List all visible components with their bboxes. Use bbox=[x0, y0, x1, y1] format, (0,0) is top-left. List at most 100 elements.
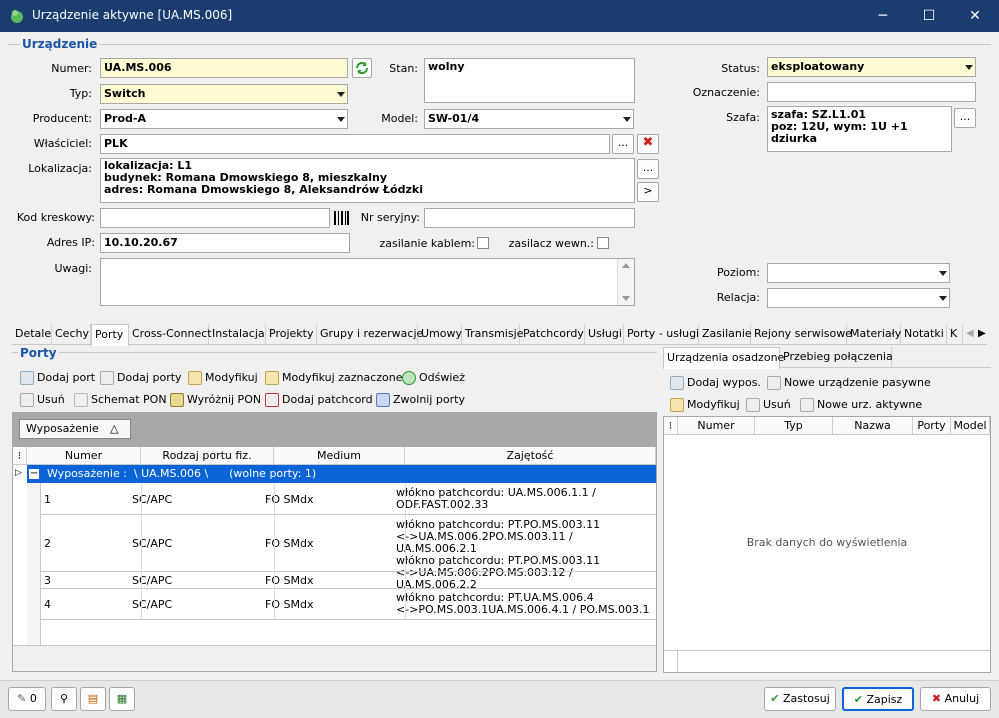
right-modyfikuj-button[interactable]: Modyfikuj bbox=[670, 397, 740, 413]
tab-notatki[interactable]: Notatki bbox=[901, 324, 947, 345]
dodaj-patchcord-button[interactable]: Dodaj patchcord bbox=[265, 392, 373, 408]
lokalizacja-browse-button[interactable]: ... bbox=[637, 159, 659, 179]
tab-przebieg-polaczenia[interactable]: Przebieg połączenia bbox=[780, 347, 893, 368]
attachments-button[interactable]: ✎ 0 bbox=[8, 687, 46, 711]
col-numer[interactable]: Numer bbox=[678, 417, 755, 435]
col-typ[interactable]: Typ bbox=[755, 417, 833, 435]
col-nazwa[interactable]: Nazwa bbox=[833, 417, 913, 435]
szafa-field[interactable]: szafa: SZ.L1.01 poz: 12U, wym: 1U +1 dzi… bbox=[767, 106, 952, 152]
zapisz-button[interactable]: ✔ Zapisz bbox=[842, 687, 914, 711]
anuluj-button[interactable]: ✖ Anuluj bbox=[920, 687, 991, 711]
tab-patchcordy[interactable]: Patchcordy bbox=[520, 324, 585, 345]
wlasciciel-clear-button[interactable]: ✖ bbox=[637, 134, 659, 154]
nr-seryjny-field[interactable] bbox=[424, 208, 635, 228]
col-zajetosc[interactable]: Zajętość bbox=[405, 447, 656, 465]
zastosuj-button[interactable]: ✔ Zastosuj bbox=[764, 687, 836, 711]
dodaj-wypos-button[interactable]: Dodaj wypos. bbox=[670, 375, 761, 391]
relacja-select[interactable] bbox=[767, 288, 950, 308]
tab-uslugi[interactable]: Usługi bbox=[585, 324, 624, 345]
tab-materialy[interactable]: Materiały bbox=[847, 324, 901, 345]
adres-ip-field[interactable]: 10.10.20.67 bbox=[100, 233, 350, 253]
uwagi-scrollbar[interactable] bbox=[617, 259, 634, 305]
kod-kreskowy-field[interactable] bbox=[100, 208, 330, 228]
minimize-button[interactable]: ─ bbox=[860, 0, 906, 32]
col-numer[interactable]: Numer bbox=[27, 447, 141, 465]
group-row[interactable]: ▷ Wyposażenie : \ UA.MS.006 \ (wolne por… bbox=[13, 465, 656, 483]
dodaj-port-label: Dodaj port bbox=[37, 371, 96, 384]
odswiez-button[interactable]: Odśwież bbox=[402, 370, 465, 386]
report-button[interactable]: ▤ bbox=[80, 687, 106, 711]
status-select[interactable]: eksploatowany bbox=[767, 57, 976, 77]
modyfikuj-button[interactable]: Modyfikuj bbox=[188, 370, 258, 386]
oznaczenie-field[interactable] bbox=[767, 82, 976, 102]
zwolnij-porty-button[interactable]: Zwolnij porty bbox=[376, 392, 465, 408]
export-icon: ▦ bbox=[116, 692, 128, 705]
col-model[interactable]: Model bbox=[951, 417, 990, 435]
uwagi-field[interactable] bbox=[100, 258, 635, 306]
tab-scroll-right-icon[interactable]: ▶ bbox=[978, 328, 986, 339]
zasilacz-checkbox[interactable] bbox=[597, 237, 609, 249]
check-icon: ✔ bbox=[853, 693, 863, 706]
maximize-button[interactable]: ☐ bbox=[906, 0, 952, 32]
refresh-number-button[interactable] bbox=[352, 58, 372, 78]
zasilanie-checkbox[interactable] bbox=[477, 237, 489, 249]
table-row[interactable]: 1 SC/APC FO SMdx włókno patchcordu: UA.M… bbox=[41, 483, 656, 515]
szafa-browse-button[interactable]: ... bbox=[954, 108, 976, 128]
tab-projekty[interactable]: Projekty bbox=[266, 324, 317, 345]
adres-ip-label: Adres IP: bbox=[46, 236, 95, 249]
model-select[interactable]: SW-01/4 bbox=[424, 109, 634, 129]
cell-rodzaj: SC/APC bbox=[132, 493, 173, 506]
export-button[interactable]: ▦ bbox=[109, 687, 135, 711]
tab-cross-connect[interactable]: Cross-Connect bbox=[129, 324, 212, 345]
binoculars-button[interactable]: ⚲ bbox=[51, 687, 77, 711]
stan-field[interactable]: wolny bbox=[424, 58, 635, 103]
tab-umowy[interactable]: Umowy bbox=[418, 324, 462, 345]
column-chooser-icon[interactable]: ⁝ bbox=[13, 447, 27, 465]
kod-kreskowy-label: Kod kreskowy: bbox=[16, 211, 95, 224]
odswiez-label: Odśwież bbox=[419, 371, 465, 384]
modyfikuj-zaznaczone-button[interactable]: Modyfikuj zaznaczone bbox=[265, 370, 403, 386]
table-row[interactable]: 2 SC/APC FO SMdx włókno patchcordu: PT.P… bbox=[41, 515, 656, 591]
tab-cechy[interactable]: Cechy bbox=[52, 324, 91, 345]
dodaj-porty-button[interactable]: Dodaj porty bbox=[100, 370, 182, 386]
tab-porty-uslugi[interactable]: Porty - usługi bbox=[624, 324, 699, 345]
wlasciciel-field[interactable]: PLK bbox=[100, 134, 610, 154]
poziom-select[interactable] bbox=[767, 263, 950, 283]
tab-rejony[interactable]: Rejony serwisowe bbox=[751, 324, 852, 345]
col-rodzaj[interactable]: Rodzaj portu fiz. bbox=[141, 447, 274, 465]
tab-overflow[interactable]: K bbox=[947, 324, 963, 345]
tab-instalacja[interactable]: Instalacja bbox=[209, 324, 266, 345]
usun-button[interactable]: Usuń bbox=[20, 392, 65, 408]
right-modyfikuj-label: Modyfikuj bbox=[687, 398, 740, 411]
model-value: SW-01/4 bbox=[428, 112, 480, 125]
wyroznij-pon-button[interactable]: Wyróżnij PON bbox=[170, 392, 261, 408]
wyroznij-pon-label: Wyróżnij PON bbox=[187, 393, 262, 406]
lokalizacja-field[interactable]: lokalizacja: L1 budynek: Romana Dmowskie… bbox=[100, 158, 635, 203]
lokalizacja-goto-button[interactable]: > bbox=[637, 182, 659, 202]
table-row[interactable]: 4 SC/APC FO SMdx włókno patchcordu: PT.U… bbox=[41, 589, 656, 619]
dodaj-port-button[interactable]: Dodaj port bbox=[20, 370, 95, 386]
col-medium[interactable]: Medium bbox=[274, 447, 405, 465]
tab-grupy[interactable]: Grupy i rezerwacje bbox=[317, 324, 423, 345]
tab-detale[interactable]: Detale bbox=[12, 324, 52, 345]
producent-select[interactable]: Prod-A bbox=[100, 109, 348, 129]
group-chip-wyposazenie[interactable]: Wyposażenie △ bbox=[19, 419, 131, 439]
tab-scroll-left-icon[interactable]: ◀ bbox=[966, 328, 974, 339]
tab-urzadzenia-osadzone[interactable]: Urządzenia osadzone bbox=[663, 347, 784, 369]
nowe-aktywne-button[interactable]: Nowe urz. aktywne bbox=[800, 397, 922, 413]
schemat-pon-button[interactable]: Schemat PON bbox=[74, 392, 167, 408]
tab-transmisje[interactable]: Transmisje bbox=[462, 324, 523, 345]
close-button[interactable]: ✕ bbox=[952, 0, 998, 32]
table-row[interactable]: 3 SC/APC FO SMdx bbox=[41, 572, 656, 588]
collapse-icon[interactable]: − bbox=[29, 469, 39, 479]
numer-field[interactable]: UA.MS.006 bbox=[100, 58, 348, 78]
tab-porty[interactable]: Porty bbox=[91, 324, 129, 346]
typ-select[interactable]: Switch bbox=[100, 84, 348, 104]
right-usun-button[interactable]: Usuń bbox=[746, 397, 791, 413]
nowe-pasywne-button[interactable]: Nowe urządzenie pasywne bbox=[767, 375, 931, 391]
group-divider bbox=[8, 44, 991, 45]
wlasciciel-browse-button[interactable]: ... bbox=[612, 134, 634, 154]
tab-zasilanie[interactable]: Zasilanie bbox=[699, 324, 752, 345]
column-chooser-icon[interactable]: ⁝ bbox=[664, 417, 678, 435]
col-porty[interactable]: Porty bbox=[913, 417, 951, 435]
